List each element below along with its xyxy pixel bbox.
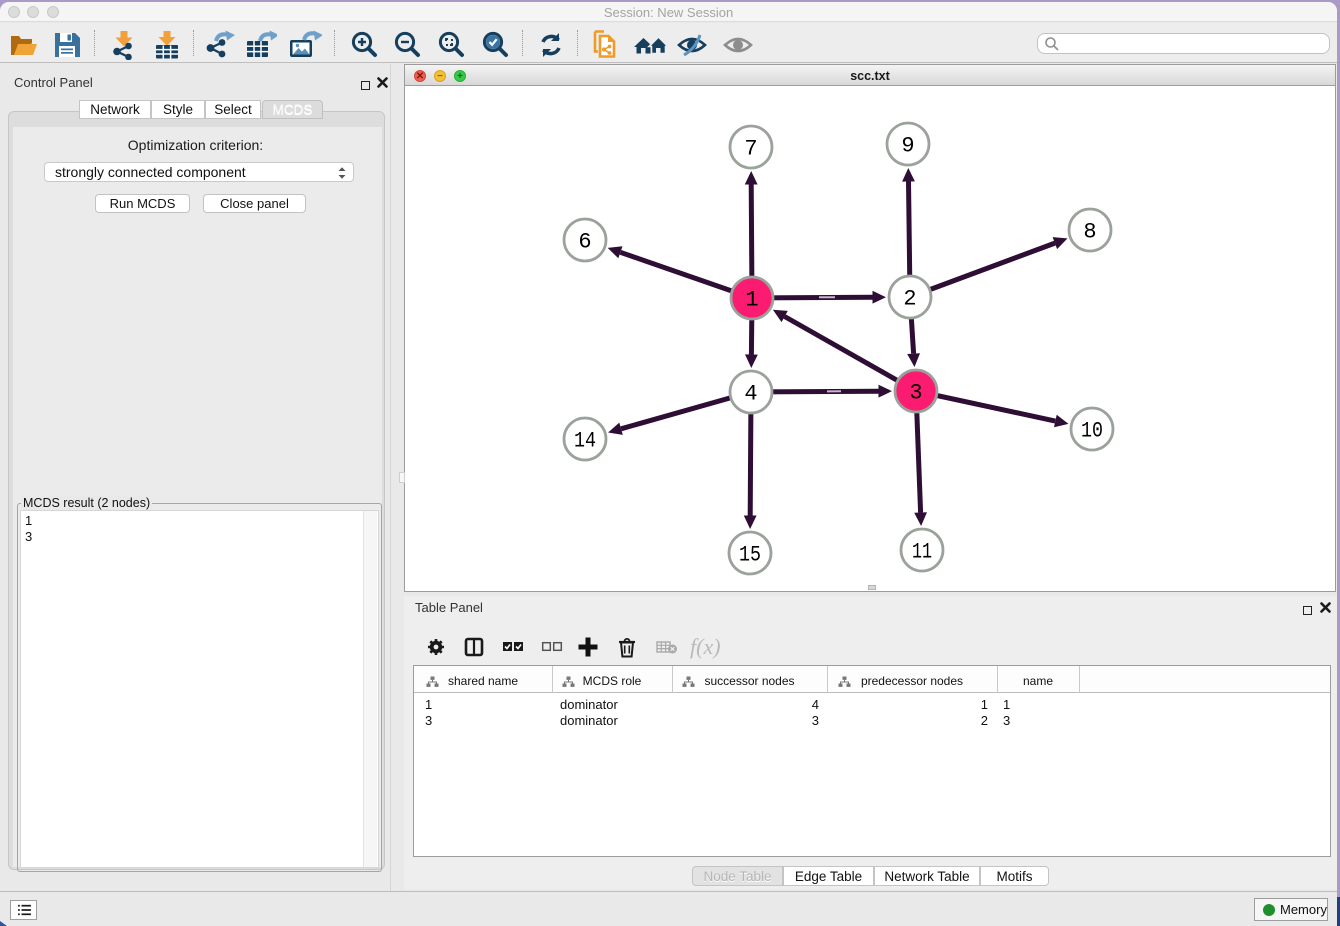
svg-text:14: 14 bbox=[574, 429, 596, 454]
svg-text:11: 11 bbox=[912, 540, 932, 565]
svg-text:15: 15 bbox=[739, 543, 761, 568]
svg-text:9: 9 bbox=[901, 134, 914, 159]
svg-text:7: 7 bbox=[744, 137, 757, 162]
svg-text:8: 8 bbox=[1083, 220, 1096, 245]
svg-text:1: 1 bbox=[745, 288, 758, 313]
svg-text:3: 3 bbox=[909, 381, 922, 406]
svg-text:10: 10 bbox=[1081, 419, 1103, 444]
svg-text:6: 6 bbox=[578, 230, 591, 255]
svg-text:4: 4 bbox=[744, 382, 757, 407]
svg-text:2: 2 bbox=[903, 287, 916, 312]
